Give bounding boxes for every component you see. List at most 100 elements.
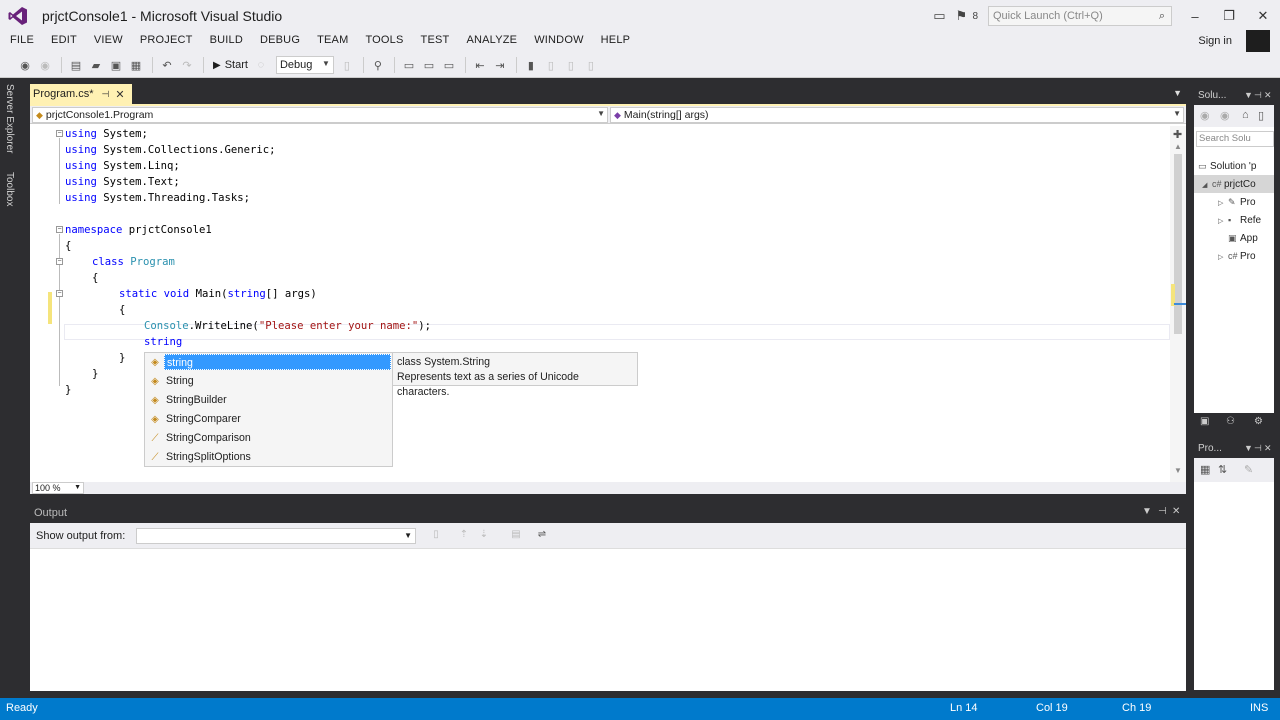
minimize-button[interactable]: – <box>1178 2 1212 30</box>
platform-icon[interactable]: ▯ <box>338 56 356 74</box>
save-icon[interactable]: ▣ <box>107 56 125 74</box>
collapse-toggle-icon[interactable]: − <box>56 130 63 137</box>
completion-item-String[interactable]: ◈ String <box>146 372 391 390</box>
server-explorer-tab[interactable]: Server Explorer <box>4 84 15 153</box>
menu-project[interactable]: PROJECT <box>130 32 200 52</box>
find-in-files-icon[interactable]: ⚲ <box>369 56 387 74</box>
quick-launch-input[interactable]: Quick Launch (Ctrl+Q) ⌕ <box>988 6 1172 26</box>
redo-icon[interactable]: ↷ <box>178 56 196 74</box>
pin-icon[interactable]: ⊣ <box>1158 506 1167 517</box>
toolbox-tab[interactable]: Toolbox <box>4 172 15 206</box>
new-project-icon[interactable]: ▤ <box>67 56 85 74</box>
solution-explorer-tab-icon[interactable]: ▣ <box>1200 416 1209 427</box>
scroll-up-icon[interactable]: ▲ <box>1174 142 1182 151</box>
zoom-level-select[interactable]: 100 % ▼ <box>32 482 84 494</box>
pin-icon[interactable]: ⊣ <box>1254 90 1262 101</box>
property-pages-icon[interactable]: ✎ <box>1244 463 1253 476</box>
menu-team[interactable]: TEAM <box>307 32 355 52</box>
sign-in-link[interactable]: Sign in <box>1198 35 1232 47</box>
find-message-icon[interactable]: ▯ <box>428 529 444 543</box>
class-view-tab-icon[interactable]: ⚙ <box>1254 416 1263 427</box>
pin-icon[interactable]: ⊣ <box>102 89 110 100</box>
panel-menu-chevron-icon[interactable]: ▼ <box>1244 443 1253 453</box>
tree-item-solution[interactable]: ▭ Solution 'p <box>1194 157 1274 175</box>
account-avatar-icon[interactable] <box>1246 30 1270 54</box>
next-bookmark-icon[interactable]: ▯ <box>562 56 580 74</box>
open-file-icon[interactable]: ▰ <box>87 56 105 74</box>
categorized-icon[interactable]: ▦ <box>1200 463 1210 476</box>
back-navigation-icon[interactable]: ◉ <box>16 56 34 74</box>
collapse-toggle-icon[interactable]: − <box>56 290 63 297</box>
tab-program-cs[interactable]: Program.cs* ⊣ ✕ <box>30 84 132 104</box>
close-panel-icon[interactable]: ✕ <box>1172 506 1180 517</box>
sync-icon[interactable]: ▯ <box>1258 109 1264 122</box>
toggle-word-wrap-icon[interactable]: ⇌ <box>534 529 550 543</box>
back-icon[interactable]: ◉ <box>1200 109 1210 122</box>
menu-edit[interactable]: EDIT <box>41 32 84 52</box>
save-all-icon[interactable]: ▦ <box>127 56 145 74</box>
forward-icon[interactable]: ◉ <box>1220 109 1230 122</box>
collapse-toggle-icon[interactable]: − <box>56 258 63 265</box>
properties-icon[interactable]: ▭ <box>420 56 438 74</box>
clear-bookmarks-icon[interactable]: ▯ <box>582 56 600 74</box>
close-button[interactable]: ✕ <box>1246 2 1280 30</box>
completion-item-string[interactable]: ◈ string <box>146 353 391 371</box>
tree-item-references[interactable]: ▷ ▪ Refe <box>1194 211 1274 229</box>
collapse-toggle-icon[interactable]: − <box>56 226 63 233</box>
menu-tools[interactable]: TOOLS <box>355 32 410 52</box>
completion-item-StringComparison[interactable]: ⟋ StringComparison <box>146 429 391 447</box>
start-debugging-button[interactable]: ▶ Start <box>209 56 252 74</box>
tree-item-project[interactable]: ◢ c# prjctCo <box>1194 175 1274 193</box>
menu-analyze[interactable]: ANALYZE <box>456 32 524 52</box>
close-panel-icon[interactable]: ✕ <box>1264 90 1272 101</box>
split-window-icon[interactable]: ✚ <box>1173 128 1182 141</box>
outdent-icon[interactable]: ⇤ <box>471 56 489 74</box>
output-source-select[interactable]: ▼ <box>136 528 416 544</box>
tab-overflow-chevron-icon[interactable]: ▼ <box>1173 88 1182 98</box>
tree-item-program-cs[interactable]: ▷ c# Pro <box>1194 247 1274 265</box>
menu-test[interactable]: TEST <box>411 32 457 52</box>
feedback-icon[interactable]: ▭ <box>928 5 950 27</box>
pin-icon[interactable]: ⊣ <box>1254 443 1262 454</box>
scroll-thumb[interactable] <box>1174 154 1182 334</box>
menu-help[interactable]: HELP <box>591 32 638 52</box>
clear-all-icon[interactable]: ▤ <box>508 529 524 543</box>
restore-button[interactable]: ❐ <box>1212 2 1246 30</box>
attach-icon[interactable]: ◌ <box>252 56 270 74</box>
panel-menu-chevron-icon[interactable]: ▼ <box>1142 506 1152 517</box>
undo-icon[interactable]: ↶ <box>158 56 176 74</box>
menu-window[interactable]: WINDOW <box>524 32 590 52</box>
solution-configuration-select[interactable]: Debug ▼ <box>275 56 334 74</box>
previous-bookmark-icon[interactable]: ▯ <box>542 56 560 74</box>
types-dropdown[interactable]: ◆ prjctConsole1.Program ▼ <box>32 107 608 123</box>
menu-debug[interactable]: DEBUG <box>250 32 307 52</box>
members-dropdown[interactable]: ◆ Main(string[] args) ▼ <box>610 107 1184 123</box>
tree-item-properties[interactable]: ▷ ✎ Pro <box>1194 193 1274 211</box>
menu-build[interactable]: BUILD <box>200 32 250 52</box>
close-panel-icon[interactable]: ✕ <box>1264 443 1272 454</box>
close-tab-icon[interactable]: ✕ <box>115 88 124 101</box>
panel-splitter[interactable] <box>1186 84 1194 692</box>
bookmark-icon[interactable]: ▮ <box>522 56 540 74</box>
home-icon[interactable]: ⌂ <box>1242 109 1249 121</box>
notifications-flag-icon[interactable]: ⚑ <box>950 5 972 27</box>
scroll-down-icon[interactable]: ▼ <box>1174 466 1182 475</box>
menu-view[interactable]: VIEW <box>84 32 130 52</box>
menu-file[interactable]: FILE <box>0 32 41 52</box>
code-text-area[interactable]: − − − − using System; using System.Colle… <box>30 126 1170 482</box>
class-view-icon[interactable]: ▭ <box>440 56 458 74</box>
next-message-icon[interactable]: ⇣ <box>476 529 492 543</box>
editor-vertical-scrollbar[interactable]: ✚ ▲ ▼ <box>1170 126 1186 482</box>
indent-icon[interactable]: ⇥ <box>491 56 509 74</box>
completion-item-StringBuilder[interactable]: ◈ StringBuilder <box>146 391 391 409</box>
team-explorer-tab-icon[interactable]: ⚇ <box>1226 416 1235 427</box>
alphabetical-icon[interactable]: ⇅ <box>1218 463 1227 476</box>
panel-menu-chevron-icon[interactable]: ▼ <box>1244 90 1253 100</box>
completion-item-StringSplitOptions[interactable]: ⟋ StringSplitOptions <box>146 448 391 466</box>
forward-navigation-icon[interactable]: ◉ <box>36 56 54 74</box>
collapsed-arrow-icon[interactable]: ▷ <box>1218 249 1228 267</box>
solution-search-input[interactable]: Search Solu <box>1196 131 1274 147</box>
tree-item-app-config[interactable]: ▣ App <box>1194 229 1274 247</box>
solution-explorer-icon[interactable]: ▭ <box>400 56 418 74</box>
previous-message-icon[interactable]: ⇡ <box>456 529 472 543</box>
